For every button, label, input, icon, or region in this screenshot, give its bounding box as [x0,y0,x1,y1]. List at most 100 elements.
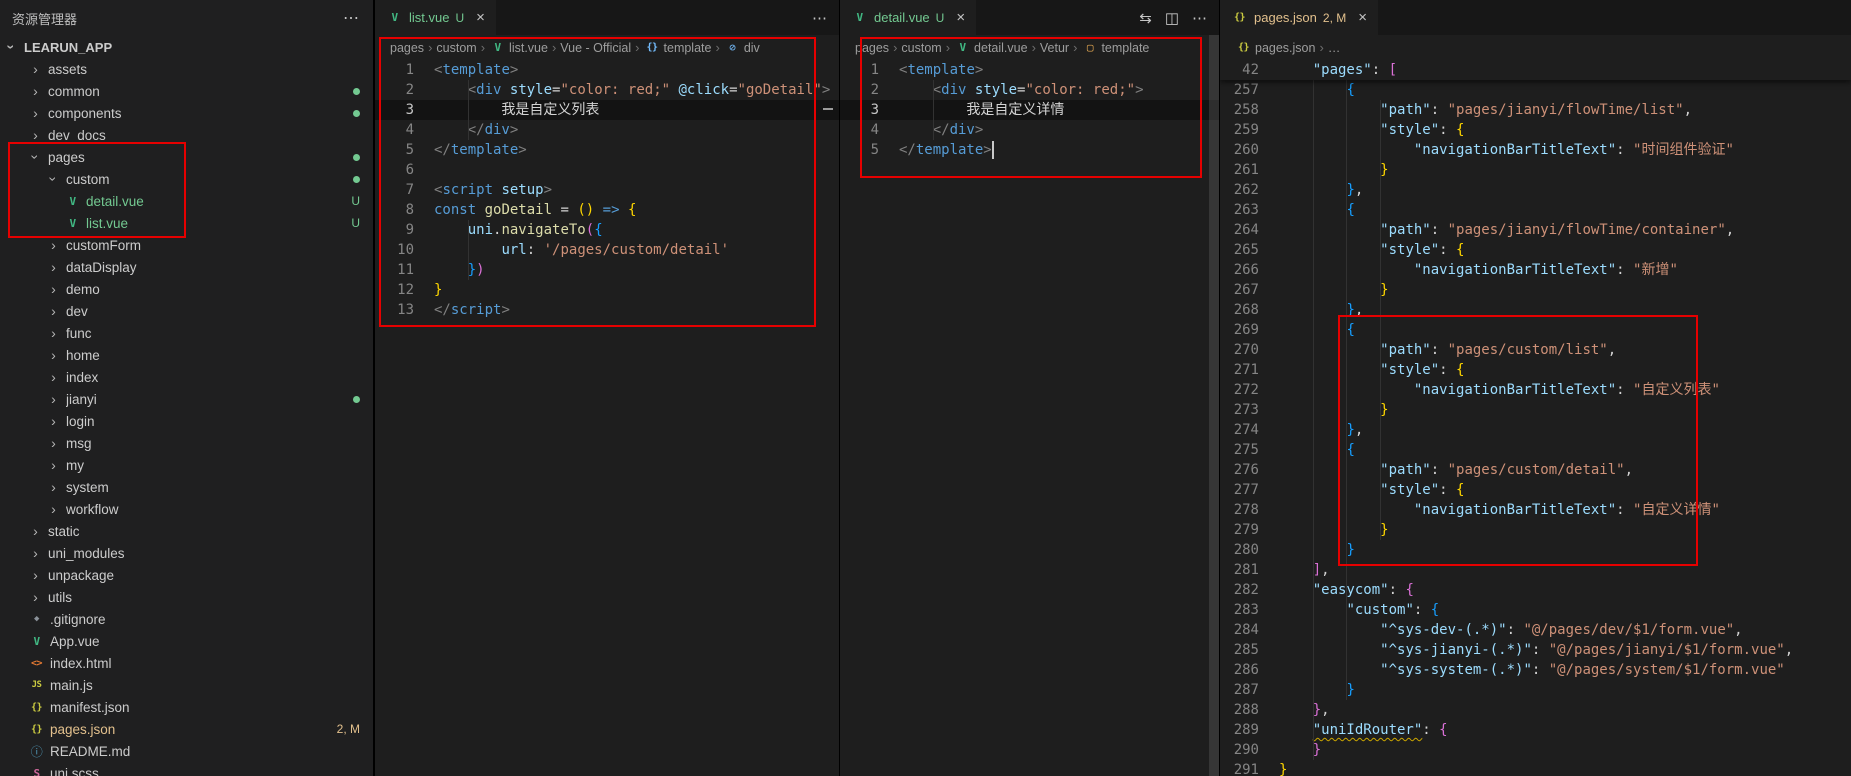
tree-item-dev[interactable]: ›dev [0,300,373,322]
code-line[interactable]: 280 } [1220,540,1851,560]
code-line[interactable]: 4 </div> [840,120,1219,140]
tree-item-workflow[interactable]: ›workflow [0,498,373,520]
code-line[interactable]: 10 url: '/pages/custom/detail' [375,240,839,260]
code-line[interactable]: 276 "path": "pages/custom/detail", [1220,460,1851,480]
tree-item-README.md[interactable]: ⓘREADME.md [0,740,373,762]
breadcrumb-item[interactable]: custom [436,41,476,55]
code-editor[interactable]: 42 "pages": [257 {258 "path": "pages/jia… [1220,60,1851,776]
tree-item-uni.scss[interactable]: Suni.scss [0,762,373,776]
code-line[interactable]: 271 "style": { [1220,360,1851,380]
tree-item-assets[interactable]: ›assets [0,58,373,80]
code-line[interactable]: 2 <div style="color: red;" @click="goDet… [375,80,839,100]
tree-item-customForm[interactable]: ›customForm [0,234,373,256]
more-actions-icon[interactable]: ⋯ [1192,9,1207,27]
breadcrumb-item[interactable]: Vetur [1040,41,1069,55]
tree-item-unpackage[interactable]: ›unpackage [0,564,373,586]
breadcrumb-item[interactable]: {}template [644,41,712,55]
tree-item-list.vue[interactable]: Vlist.vueU [0,212,373,234]
tree-item-components[interactable]: ›components [0,102,373,124]
code-line[interactable]: 4 </div> [375,120,839,140]
code-line[interactable]: 8const goDetail = () => { [375,200,839,220]
code-line[interactable]: 266 "navigationBarTitleText": "新增" [1220,260,1851,280]
breadcrumb-item[interactable]: ⊘div [724,41,760,55]
breadcrumb-item[interactable]: custom [901,41,941,55]
code-line[interactable]: 267 } [1220,280,1851,300]
tab[interactable]: {}pages.json2, M× [1220,0,1378,35]
code-line[interactable]: 261 } [1220,160,1851,180]
tree-item-dataDisplay[interactable]: ›dataDisplay [0,256,373,278]
tree-item-common[interactable]: ›common [0,80,373,102]
more-actions-icon[interactable]: ⋯ [812,9,827,27]
code-line[interactable]: 258 "path": "pages/jianyi/flowTime/list"… [1220,100,1851,120]
code-line[interactable]: 9 uni.navigateTo({ [375,220,839,240]
tree-item-main.js[interactable]: JSmain.js [0,674,373,696]
code-line[interactable]: 1<template> [840,60,1219,80]
breadcrumb-item[interactable]: Vue - Official [560,41,631,55]
code-line[interactable]: 277 "style": { [1220,480,1851,500]
code-line[interactable]: 282 "easycom": { [1220,580,1851,600]
tree-item-uni_modules[interactable]: ›uni_modules [0,542,373,564]
code-line[interactable]: 272 "navigationBarTitleText": "自定义列表" [1220,380,1851,400]
tree-item-home[interactable]: ›home [0,344,373,366]
code-line[interactable]: 7<script setup> [375,180,839,200]
code-line[interactable]: 259 "style": { [1220,120,1851,140]
code-line[interactable]: 264 "path": "pages/jianyi/flowTime/conta… [1220,220,1851,240]
more-actions-icon[interactable]: ⋯ [343,8,359,28]
code-line[interactable]: 6 [375,160,839,180]
split-editor-icon[interactable]: ◫ [1165,9,1179,27]
code-line[interactable]: 274 }, [1220,420,1851,440]
tree-item-msg[interactable]: ›msg [0,432,373,454]
tree-item-detail.vue[interactable]: Vdetail.vueU [0,190,373,212]
tree-item-static[interactable]: ›static [0,520,373,542]
sticky-scroll-line[interactable]: 42 "pages": [ [1220,60,1851,80]
code-editor[interactable]: 1<template>2 <div style="color: red;" @c… [375,60,839,776]
tree-item-index.html[interactable]: <>index.html [0,652,373,674]
tree-item-my[interactable]: ›my [0,454,373,476]
tree-item-manifest.json[interactable]: {}manifest.json [0,696,373,718]
code-line[interactable]: 275 { [1220,440,1851,460]
code-line[interactable]: 287 } [1220,680,1851,700]
tree-item-demo[interactable]: ›demo [0,278,373,300]
code-line[interactable]: 257 { [1220,80,1851,100]
breadcrumb-item[interactable]: pages [390,41,424,55]
code-line[interactable]: 289 "uniIdRouter": { [1220,720,1851,740]
code-line[interactable]: 279 } [1220,520,1851,540]
code-line[interactable]: 1<template> [375,60,839,80]
tree-item-jianyi[interactable]: ›jianyi [0,388,373,410]
code-line[interactable]: 263 { [1220,200,1851,220]
tree-root[interactable]: ›LEARUN_APP [0,36,373,58]
code-line[interactable]: 268 }, [1220,300,1851,320]
code-line[interactable]: 270 "path": "pages/custom/list", [1220,340,1851,360]
code-line[interactable]: 260 "navigationBarTitleText": "时间组件验证" [1220,140,1851,160]
code-line[interactable]: 286 "^sys-system-(.*)": "@/pages/system/… [1220,660,1851,680]
tree-item-utils[interactable]: ›utils [0,586,373,608]
tree-item-login[interactable]: ›login [0,410,373,432]
tree-item-.gitignore[interactable]: ◆.gitignore [0,608,373,630]
tree-item-index[interactable]: ›index [0,366,373,388]
tree-item-func[interactable]: ›func [0,322,373,344]
tree-item-dev_docs[interactable]: ›dev_docs [0,124,373,146]
code-line[interactable]: 265 "style": { [1220,240,1851,260]
close-icon[interactable]: × [1358,10,1367,25]
tree-item-system[interactable]: ›system [0,476,373,498]
tree-item-App.vue[interactable]: VApp.vue [0,630,373,652]
tab[interactable]: Vlist.vueU× [375,0,496,35]
code-line[interactable]: 2 <div style="color: red;"> [840,80,1219,100]
code-line[interactable]: 284 "^sys-dev-(.*)": "@/pages/dev/$1/for… [1220,620,1851,640]
scrollbar[interactable] [1209,35,1219,776]
tree-item-pages.json[interactable]: {}pages.json2, M [0,718,373,740]
breadcrumb-item[interactable]: ▢template [1081,41,1149,55]
code-line[interactable]: 285 "^sys-jianyi-(.*)": "@/pages/jianyi/… [1220,640,1851,660]
code-line[interactable]: 3 我是自定义列表 [375,100,839,120]
breadcrumb-item[interactable]: … [1328,41,1341,55]
code-line[interactable]: 290 } [1220,740,1851,760]
code-line[interactable]: 291} [1220,760,1851,776]
code-line[interactable]: 283 "custom": { [1220,600,1851,620]
breadcrumb-item[interactable]: Vlist.vue [489,41,548,55]
code-line[interactable]: 278 "navigationBarTitleText": "自定义详情" [1220,500,1851,520]
code-line[interactable]: 262 }, [1220,180,1851,200]
code-line[interactable]: 11 }) [375,260,839,280]
close-icon[interactable]: × [956,10,965,25]
code-line[interactable]: 269 { [1220,320,1851,340]
tree-item-pages[interactable]: ›pages [0,146,373,168]
